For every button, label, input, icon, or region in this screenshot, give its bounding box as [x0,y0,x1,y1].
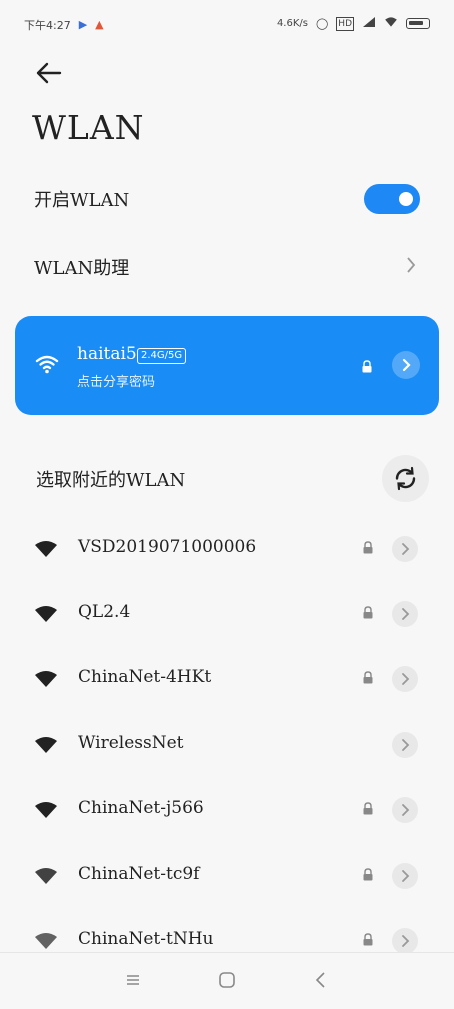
menu-button[interactable] [122,969,144,991]
network-detail-button[interactable] [392,928,418,954]
page-title: WLAN [32,108,145,147]
arrow-left-icon [36,62,62,84]
wifi-icon [35,606,57,622]
shield-icon: ◯ [315,16,329,30]
network-detail-button[interactable] [392,732,418,758]
network-row[interactable]: VSD2019071000006 [0,518,454,578]
wifi-icon [35,868,57,884]
navigation-bar [0,952,454,1009]
refresh-button[interactable] [382,455,429,502]
refresh-icon [395,466,416,491]
network-name: VSD2019071000006 [78,537,257,557]
network-name: QL2.4 [78,602,131,622]
home-button[interactable] [216,969,238,991]
wifi-icon [35,541,57,557]
network-detail-button[interactable] [392,797,418,823]
wlan-assistant-label: WLAN助理 [34,258,130,279]
wifi-icon [35,802,57,818]
signal-icon [362,16,376,31]
chevron-right-icon [402,870,410,882]
lock-icon [363,802,373,815]
wifi-icon [35,671,57,687]
network-row[interactable]: ChinaNet-tc9f [0,845,454,905]
chevron-right-icon [402,804,410,816]
enable-wlan-toggle[interactable] [364,184,420,214]
network-row[interactable]: ChinaNet-4HKt [0,648,454,708]
network-detail-button[interactable] [392,601,418,627]
network-name: ChinaNet-4HKt [78,667,212,687]
chevron-right-icon [402,358,411,372]
chevron-right-icon [402,608,410,620]
chevron-right-icon [402,935,410,947]
network-detail-button[interactable] [392,536,418,562]
network-speed: 4.6K/s [276,18,308,29]
chevron-right-icon [402,673,410,685]
network-detail-button[interactable] [392,351,420,379]
app-notification-icon: ▲ [95,18,104,31]
network-name: ChinaNet-tc9f [78,864,200,884]
lock-icon [363,933,373,946]
network-name: WirelessNet [78,733,184,753]
toggle-knob [399,192,413,206]
menu-icon [127,975,139,985]
enable-wlan-label: 开启WLAN [34,190,130,211]
chevron-right-icon [407,257,416,273]
lock-icon [363,606,373,619]
wifi-icon [384,16,398,31]
lock-icon [363,541,373,554]
home-icon [219,972,235,988]
chevron-right-icon [402,739,410,751]
wifi-icon [35,737,57,753]
network-name: ChinaNet-tNHu [78,929,214,949]
lock-icon [363,868,373,881]
network-row[interactable]: WirelessNet [0,714,454,774]
band-badge: 2.4G/5G [137,348,187,364]
wifi-icon [35,355,59,374]
network-row[interactable]: ChinaNet-j566 [0,779,454,839]
back-button[interactable] [34,58,66,88]
connected-network-card[interactable]: haitai5 2.4G/5G 点击分享密码 [15,316,439,415]
battery-icon [406,18,430,29]
network-detail-button[interactable] [392,666,418,692]
lock-icon [362,360,372,373]
network-detail-button[interactable] [392,863,418,889]
wifi-icon [35,933,57,949]
chevron-right-icon [402,543,410,555]
lock-icon [363,671,373,684]
back-icon [315,972,325,988]
connected-ssid: haitai5 [77,344,137,364]
play-icon: ▶ [78,18,88,31]
status-bar: 下午4:27 ▶ ▲ 4.6K/s ◯ HD [0,0,454,46]
nearby-networks-title: 选取附近的WLAN [36,470,186,491]
hd-icon: HD [336,16,354,31]
status-time: 下午4:27 [24,19,71,32]
network-row[interactable]: QL2.4 [0,583,454,643]
network-name: ChinaNet-j566 [78,798,204,818]
nav-back-button[interactable] [310,969,332,991]
share-password-hint[interactable]: 点击分享密码 [77,371,155,390]
